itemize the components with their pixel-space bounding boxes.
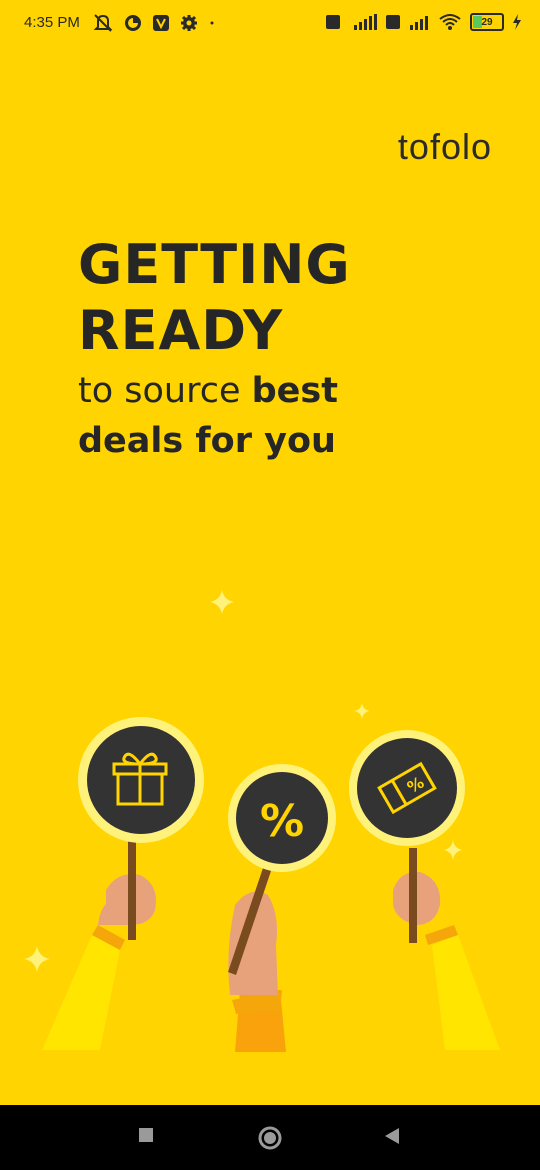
brand-logo: tofolo <box>397 126 492 167</box>
v-icon <box>152 14 170 32</box>
headline-line-1: GETTING <box>78 233 351 296</box>
home-button[interactable] <box>257 1125 283 1155</box>
percent-icon: % <box>260 796 304 847</box>
wifi-icon <box>438 13 462 31</box>
system-nav-bar <box>0 1105 540 1170</box>
signal-icon <box>348 13 378 31</box>
battery-icon: 29 <box>470 13 504 31</box>
circle-icon <box>258 1126 282 1150</box>
app-icon <box>124 14 142 32</box>
headline: GETTING READY <box>78 232 351 364</box>
signal-icon-2 <box>408 13 430 31</box>
subheadline-line-1: to source best <box>78 366 338 416</box>
dot-icon <box>208 19 216 27</box>
settings-icon <box>180 14 198 32</box>
volte-icon <box>326 14 340 30</box>
back-button[interactable] <box>383 1127 401 1149</box>
left-sign <box>42 717 204 1050</box>
subheadline: to source best deals for you <box>78 366 338 466</box>
battery-level: 29 <box>481 16 493 28</box>
status-time: 4:35 PM <box>24 14 80 31</box>
right-sign: % <box>349 730 500 1050</box>
subheadline-line-2: deals for you <box>78 416 338 466</box>
middle-sign: % <box>228 764 336 1052</box>
headline-line-2: READY <box>78 299 284 362</box>
status-icons-left <box>92 13 216 33</box>
volte-icon-2 <box>386 14 400 30</box>
mute-icon <box>92 13 114 33</box>
back-triangle-icon <box>385 1128 399 1144</box>
battery-fill <box>473 16 482 28</box>
recent-apps-button[interactable] <box>138 1127 154 1147</box>
subheadline-bold-2: deals for you <box>78 421 336 461</box>
charging-icon <box>512 14 522 30</box>
square-icon <box>139 1128 153 1142</box>
subheadline-bold: best <box>251 371 338 411</box>
deals-illustration: % % <box>0 560 540 1060</box>
subheadline-regular: to source <box>78 371 252 411</box>
status-icons-right: 29 <box>326 13 522 31</box>
status-bar: 4:35 PM 29 <box>0 0 540 48</box>
